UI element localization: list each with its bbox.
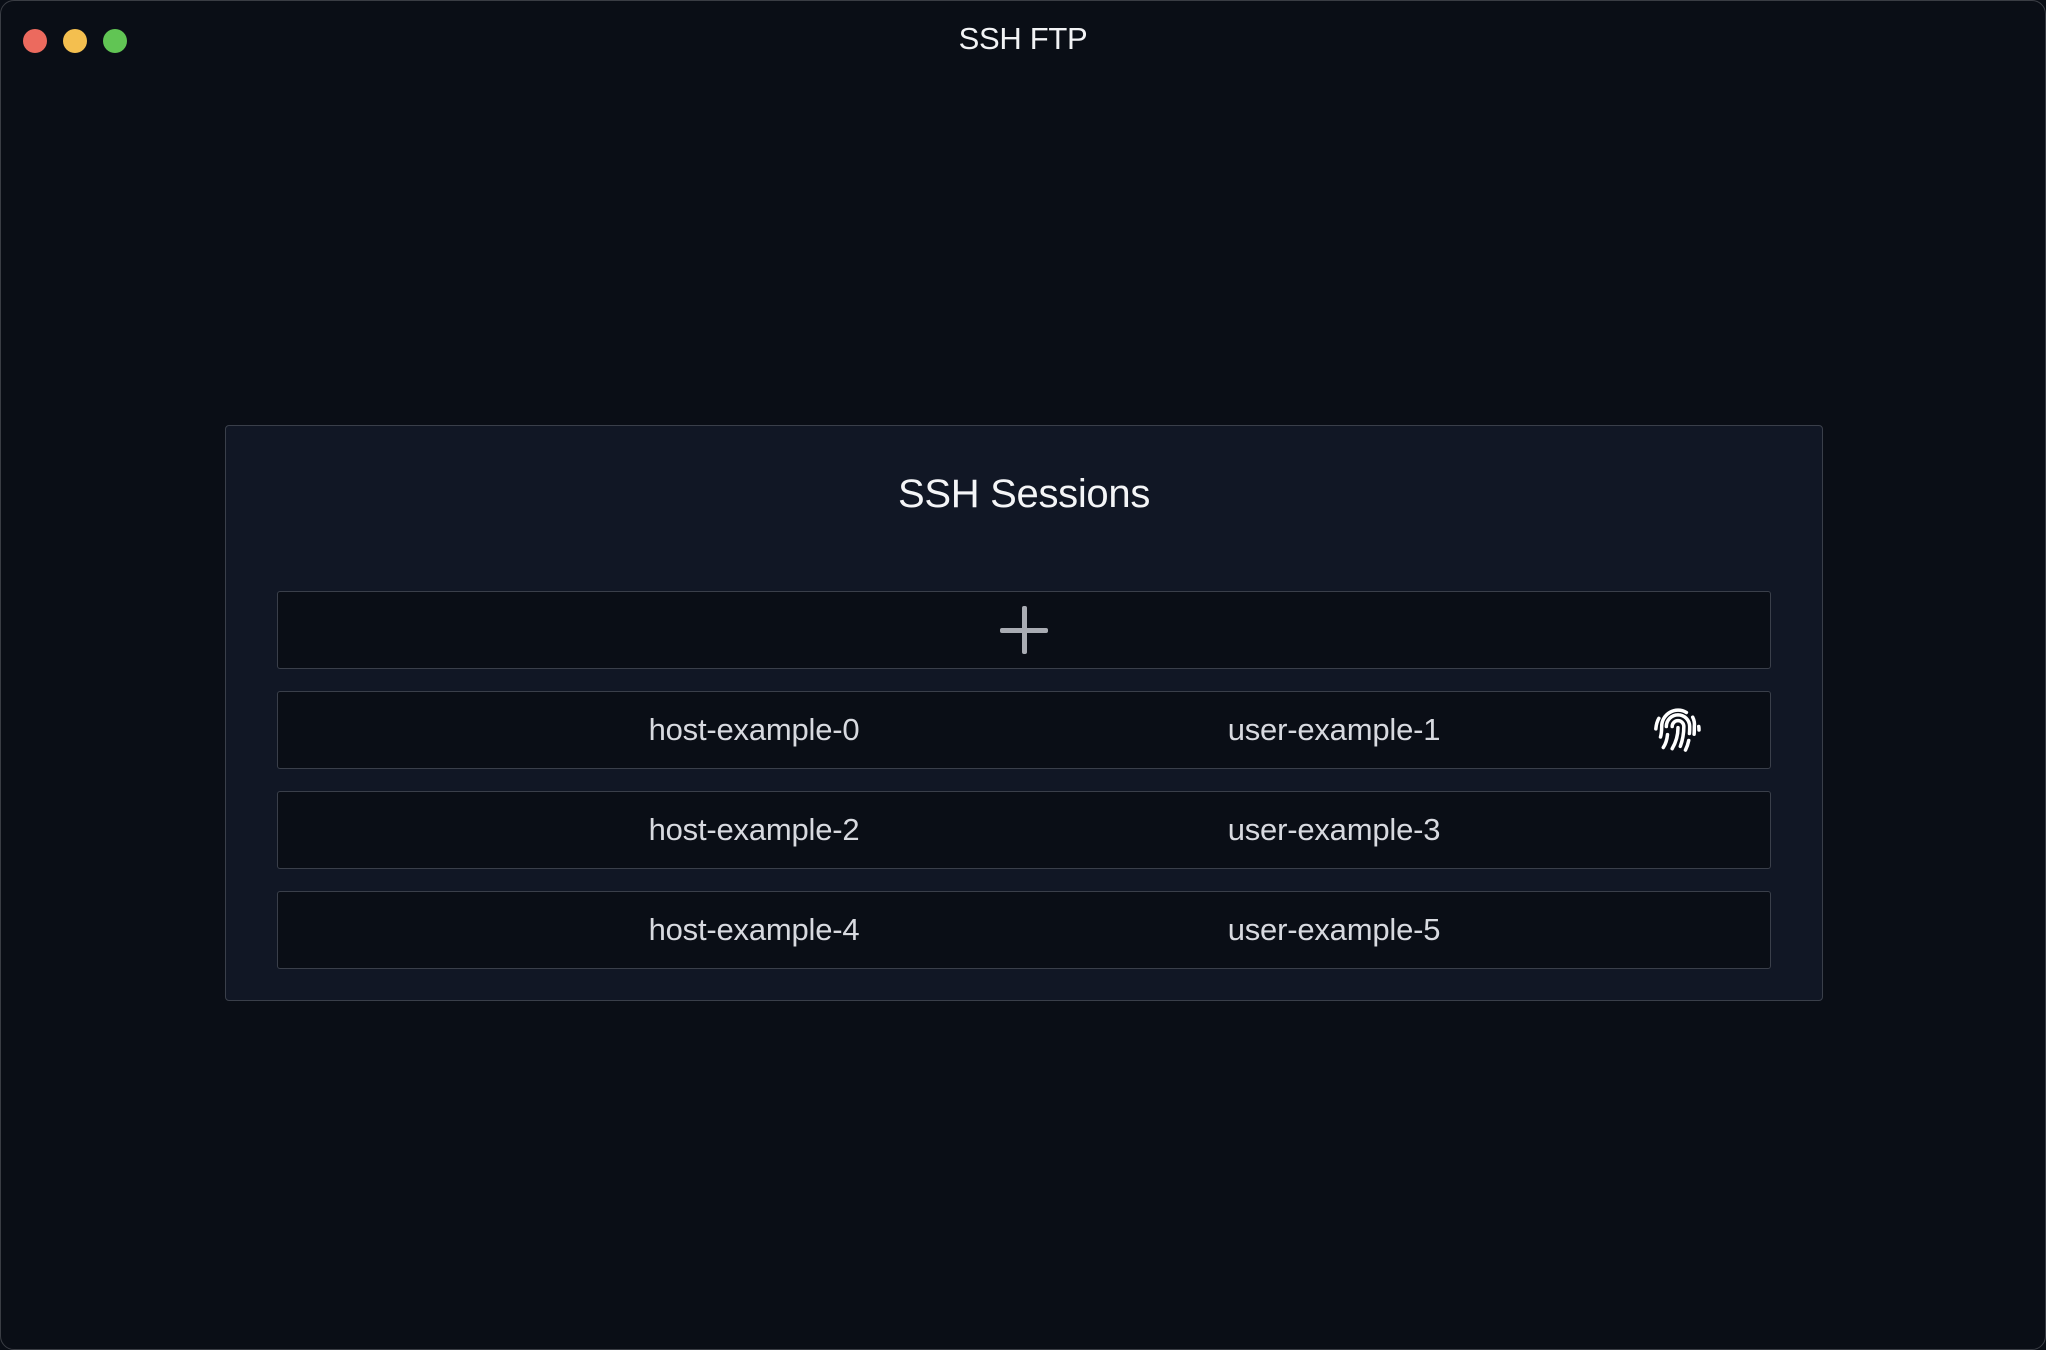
panel-title: SSH Sessions	[897, 472, 1151, 516]
ssh-sessions-panel: SSH Sessions host-example-0 user-example…	[225, 425, 1823, 1001]
title-bar[interactable]: SSH FTP	[1, 1, 2045, 79]
session-host: host-example-2	[648, 812, 860, 847]
session-user: user-example-3	[1227, 812, 1441, 847]
session-row[interactable]: host-example-0 user-example-1	[277, 691, 1771, 769]
session-user: user-example-1	[1227, 712, 1441, 747]
session-host: host-example-4	[648, 912, 860, 947]
fingerprint-icon[interactable]	[1650, 702, 1706, 758]
session-host: host-example-0	[648, 712, 860, 747]
window-title: SSH FTP	[958, 21, 1088, 56]
plus-icon	[998, 604, 1050, 656]
session-row[interactable]: host-example-4 user-example-5	[277, 891, 1771, 969]
session-row[interactable]: host-example-2 user-example-3	[277, 791, 1771, 869]
app-window: SSH FTP SSH Sessions host-example-0 user…	[0, 0, 2046, 1350]
add-session-button[interactable]	[277, 591, 1771, 669]
session-user: user-example-5	[1227, 912, 1441, 947]
